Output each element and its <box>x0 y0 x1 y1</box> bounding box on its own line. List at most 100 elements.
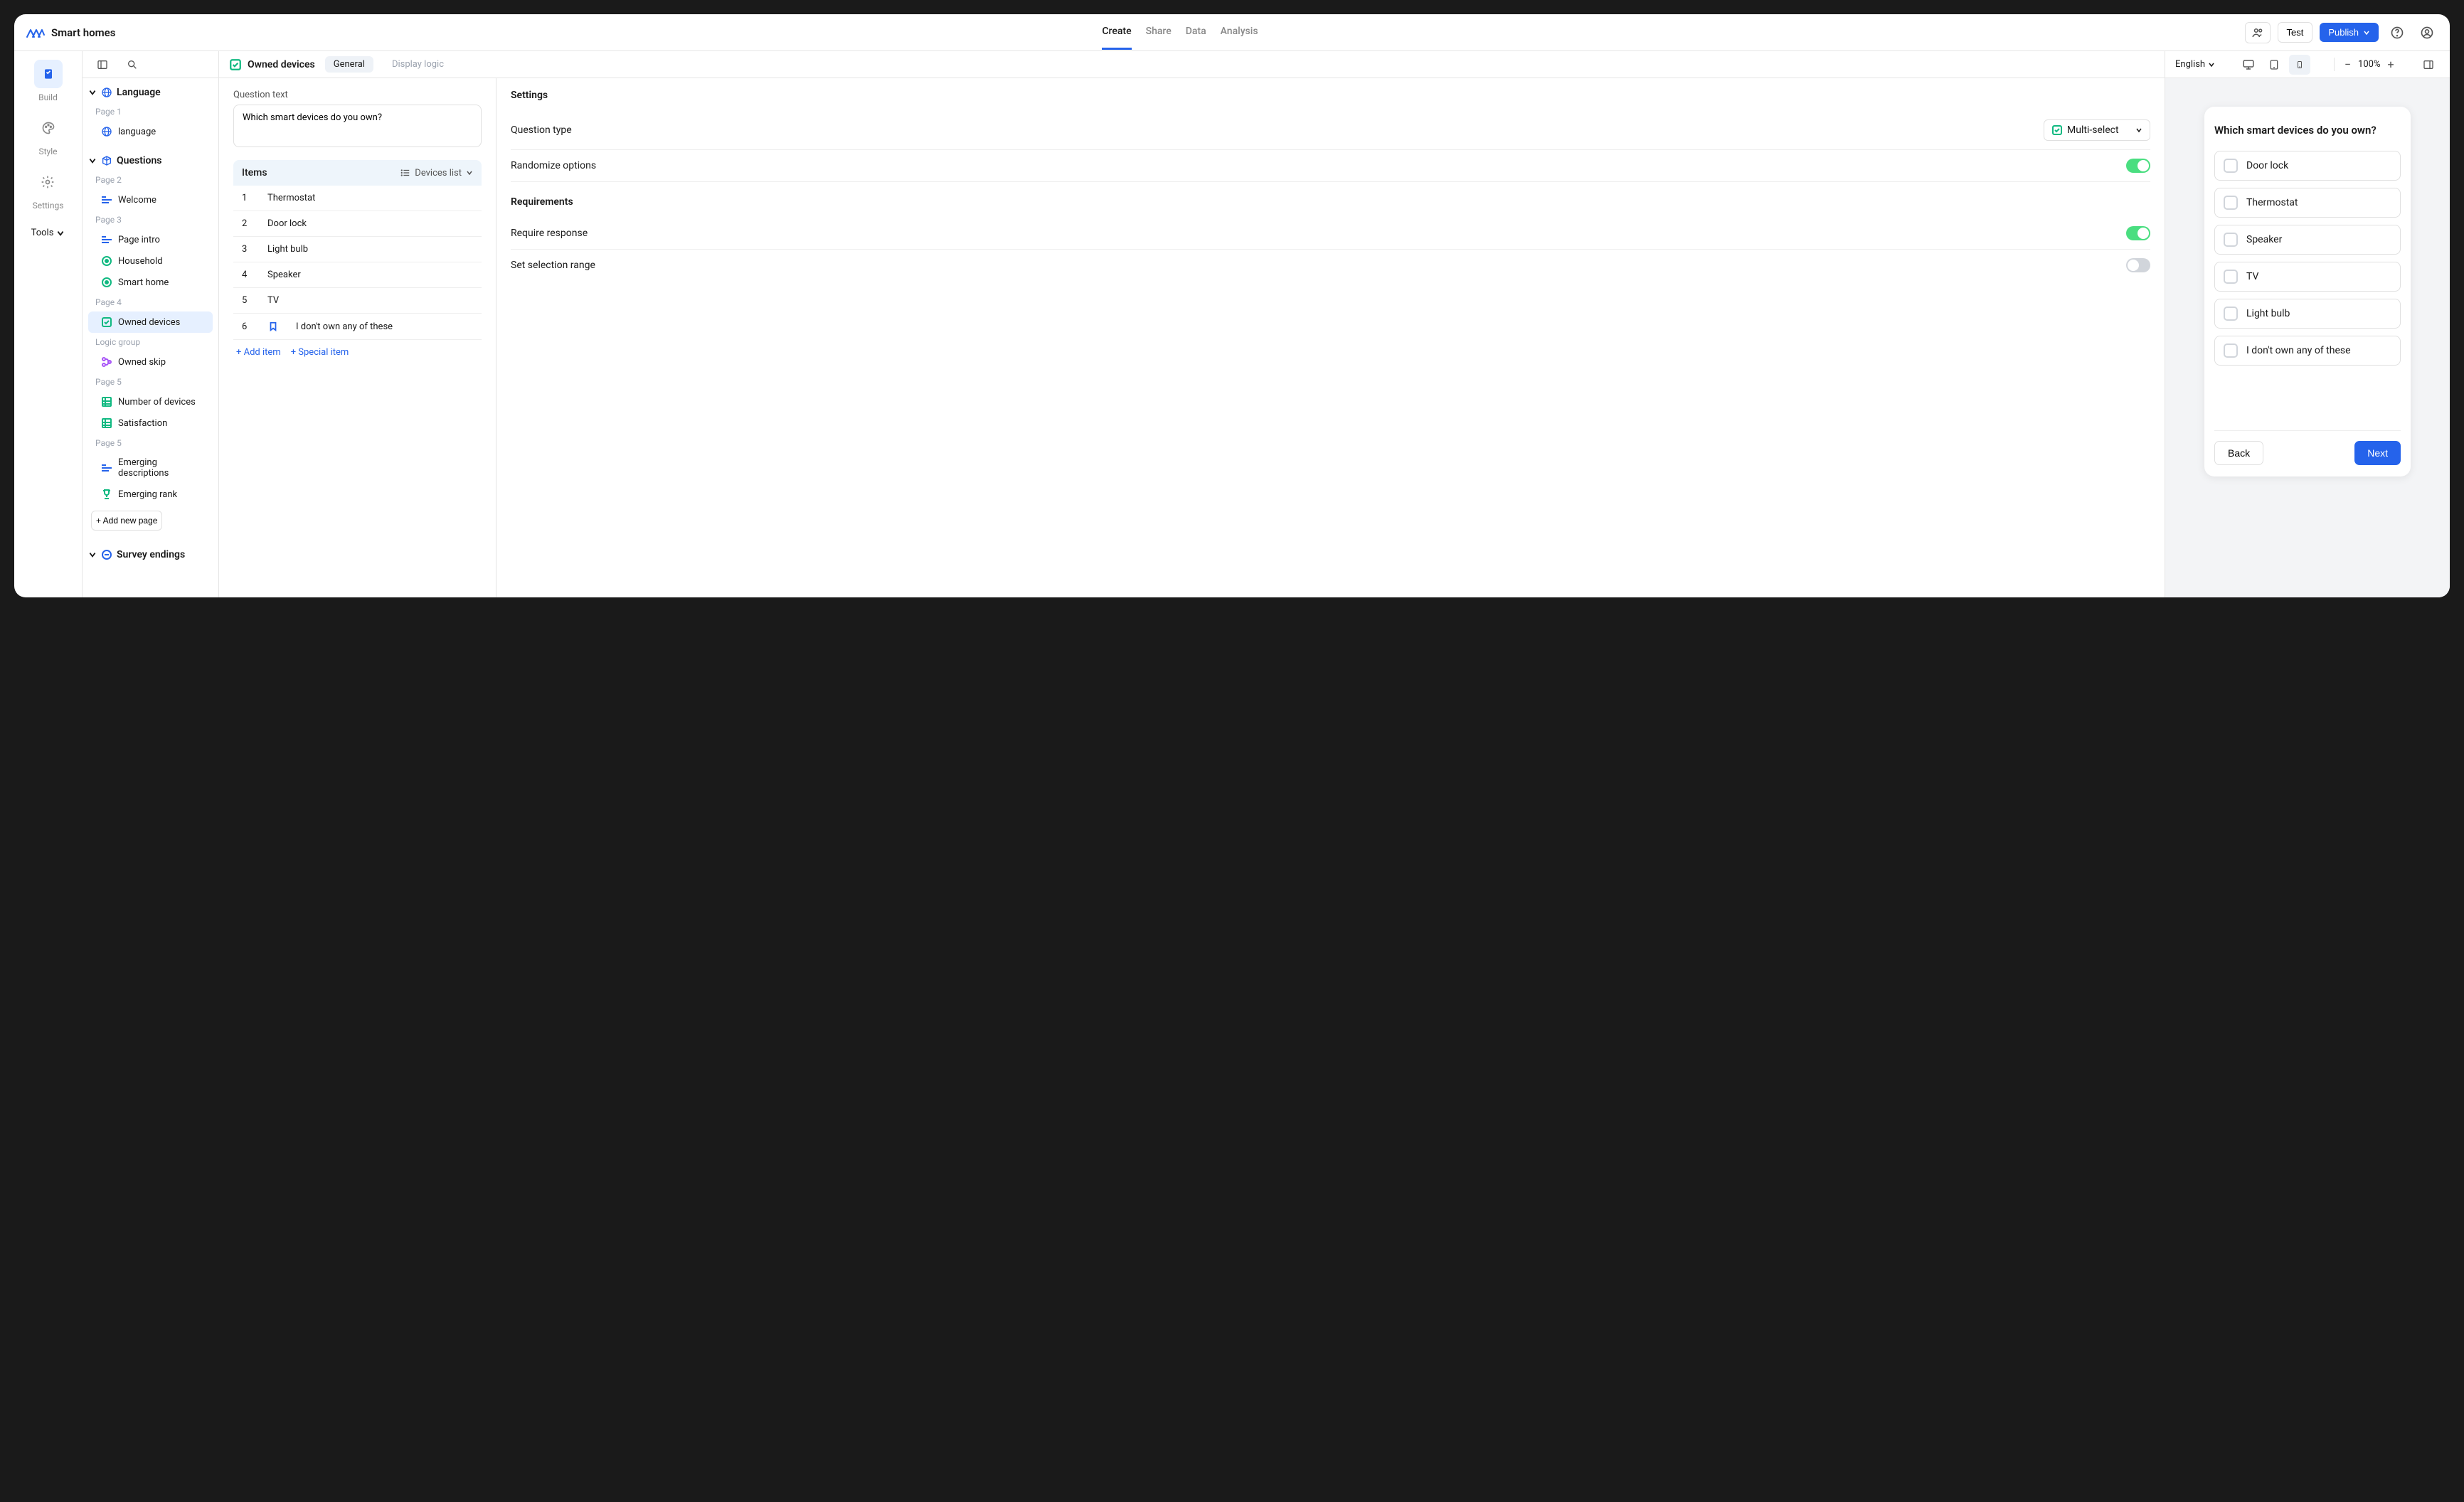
outline-item-language[interactable]: language <box>88 121 213 142</box>
require-response-toggle[interactable] <box>2126 226 2150 240</box>
radio-icon <box>101 255 112 267</box>
text-icon <box>101 463 112 473</box>
section-questions[interactable]: Questions <box>83 151 218 171</box>
search-outline[interactable] <box>121 53 144 76</box>
list-icon <box>400 168 410 178</box>
panel-toggle[interactable] <box>91 53 114 76</box>
leftbar-tools[interactable]: Tools <box>31 228 65 238</box>
item-label: TV <box>267 295 279 306</box>
question-type-select[interactable]: Multi-select <box>2044 119 2150 141</box>
preview-panel-toggle[interactable] <box>2417 53 2440 76</box>
leftbar-style[interactable]: Style <box>34 114 63 156</box>
outline-item-owned-devices[interactable]: Owned devices <box>88 311 213 333</box>
preview-next-button[interactable]: Next <box>2354 441 2401 465</box>
selection-range-toggle[interactable] <box>2126 258 2150 272</box>
help-icon <box>2390 26 2404 40</box>
publish-button[interactable]: Publish <box>2320 23 2379 42</box>
chevron-down-icon <box>2135 127 2142 134</box>
item-row[interactable]: 4Speaker <box>233 262 482 288</box>
preview-back-button[interactable]: Back <box>2214 441 2263 465</box>
preview-option[interactable]: I don't own any of these <box>2214 336 2401 366</box>
checkbox-icon <box>101 316 112 328</box>
outline-item-intro[interactable]: Page intro <box>88 229 213 250</box>
randomize-toggle[interactable] <box>2126 159 2150 173</box>
checkbox-icon <box>229 58 242 71</box>
nav-data[interactable]: Data <box>1186 15 1206 50</box>
tab-display-logic[interactable]: Display logic <box>383 56 452 73</box>
section-language[interactable]: Language <box>83 82 218 102</box>
globe-icon <box>101 126 112 137</box>
app-logo[interactable]: Smart homes <box>26 26 115 40</box>
add-page-button[interactable]: + Add new page <box>91 511 162 531</box>
preview-option[interactable]: Door lock <box>2214 151 2401 181</box>
item-row[interactable]: 5TV <box>233 288 482 314</box>
checkbox-icon <box>2224 196 2238 210</box>
leftbar-settings[interactable]: Settings <box>33 168 64 211</box>
outline-item-num-devices[interactable]: Number of devices <box>88 391 213 412</box>
items-source-select[interactable]: Devices list <box>400 168 473 179</box>
chevron-down-icon <box>88 156 97 165</box>
outline-item-emerging-desc[interactable]: Emerging descriptions <box>88 452 213 484</box>
users-icon <box>2251 26 2264 39</box>
zoom-value: 100% <box>2358 59 2380 70</box>
nav-share[interactable]: Share <box>1146 15 1172 50</box>
nav-analysis[interactable]: Analysis <box>1221 15 1258 50</box>
end-icon <box>101 549 112 560</box>
preview-option[interactable]: Thermostat <box>2214 188 2401 218</box>
question-text-label: Question text <box>233 90 482 100</box>
preview-language-select[interactable]: English <box>2175 59 2215 70</box>
device-tablet[interactable] <box>2263 55 2285 75</box>
preview-question: Which smart devices do you own? <box>2214 124 2401 137</box>
outline-item-welcome[interactable]: Welcome <box>88 189 213 211</box>
require-response-label: Require response <box>511 228 588 239</box>
chevron-down-icon <box>88 88 97 97</box>
item-row[interactable]: 1Thermostat <box>233 186 482 211</box>
zoom-in[interactable]: + <box>2387 58 2394 71</box>
radio-icon <box>101 277 112 288</box>
zoom-out[interactable]: − <box>2344 58 2351 71</box>
tablet-icon <box>2268 58 2280 71</box>
outline-item-satisfaction[interactable]: Satisfaction <box>88 412 213 434</box>
item-row[interactable]: 6I don't own any of these <box>233 314 482 340</box>
text-icon <box>101 195 112 205</box>
outline-item-household[interactable]: Household <box>88 250 213 272</box>
device-mobile[interactable] <box>2289 55 2310 75</box>
items-label: Items <box>242 167 267 179</box>
question-text-input[interactable] <box>233 105 482 147</box>
preview-option[interactable]: Light bulb <box>2214 299 2401 329</box>
outline-item-emerging-rank[interactable]: Emerging rank <box>88 484 213 505</box>
nav-create[interactable]: Create <box>1102 15 1131 50</box>
device-desktop[interactable] <box>2238 55 2259 75</box>
item-row[interactable]: 3Light bulb <box>233 237 482 262</box>
palette-icon <box>41 121 55 135</box>
editor-title: Owned devices <box>229 58 315 71</box>
trophy-icon <box>101 489 112 500</box>
qtype-label: Question type <box>511 124 572 136</box>
preview-option[interactable]: Speaker <box>2214 225 2401 255</box>
collaborators-button[interactable] <box>2245 22 2271 43</box>
gear-icon <box>41 175 55 189</box>
requirements-title: Requirements <box>511 196 2150 208</box>
item-row[interactable]: 2Door lock <box>233 211 482 237</box>
chevron-down-icon <box>88 550 97 559</box>
grid-icon <box>101 396 112 408</box>
sidebar-right-icon <box>2423 59 2434 70</box>
outline-item-smarthome[interactable]: Smart home <box>88 272 213 293</box>
outline-item-owned-skip[interactable]: Owned skip <box>88 351 213 373</box>
user-icon <box>2420 26 2434 40</box>
desktop-icon <box>2242 58 2255 71</box>
chevron-down-icon <box>56 229 65 238</box>
add-special-link[interactable]: + Special item <box>291 347 349 358</box>
section-endings[interactable]: Survey endings <box>83 545 218 565</box>
add-item-link[interactable]: + Add item <box>236 347 281 358</box>
account-button[interactable] <box>2416 21 2438 44</box>
preview-option[interactable]: TV <box>2214 262 2401 292</box>
preview-phone: Which smart devices do you own? Door loc… <box>2204 107 2411 476</box>
grid-icon <box>101 417 112 429</box>
leftbar-build[interactable]: Build <box>34 60 63 102</box>
settings-title: Settings <box>511 90 2150 101</box>
tab-general[interactable]: General <box>325 56 373 73</box>
text-icon <box>101 235 112 245</box>
help-button[interactable] <box>2386 21 2409 44</box>
test-button[interactable]: Test <box>2278 22 2313 43</box>
